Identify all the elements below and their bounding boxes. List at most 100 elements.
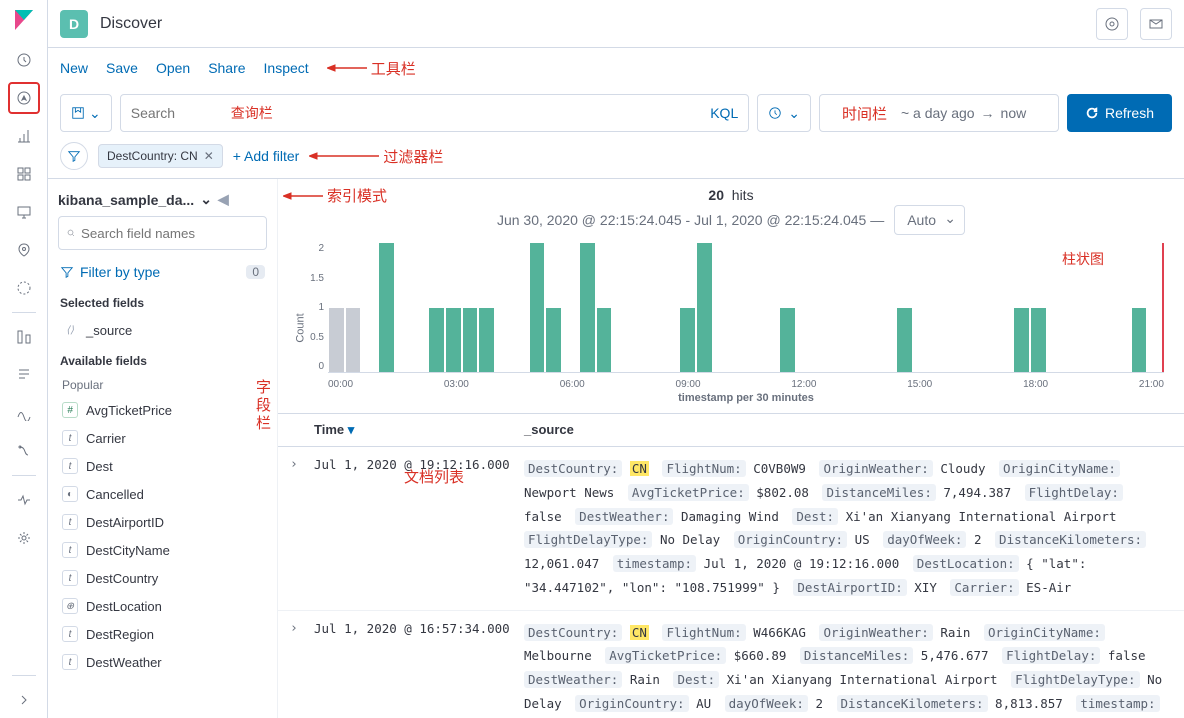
index-annotation: 索引模式 [283, 185, 387, 206]
nav-collapse-icon[interactable] [8, 684, 40, 716]
field-type-icon: t [62, 626, 78, 642]
nav-logs-icon[interactable] [8, 359, 40, 391]
document-table: Time ▾ _source ›Jul 1, 2020 @ 19:12:16.0… [278, 413, 1184, 718]
hits-header: 20 hits [278, 179, 1184, 205]
expand-row-icon[interactable]: › [290, 457, 314, 472]
chevron-down-icon: ⌄ [89, 105, 101, 122]
collapse-sidebar-icon[interactable]: ◀ [218, 191, 229, 208]
kql-toggle[interactable]: KQL [710, 105, 738, 121]
nav-maps-icon[interactable] [8, 234, 40, 266]
chevron-down-icon: ⌄ [788, 105, 800, 122]
field-item[interactable]: tCarrier [58, 424, 267, 452]
toolbar-annotation: 工具栏 [327, 58, 416, 79]
field-item[interactable]: tDestAirportID [58, 508, 267, 536]
search-input-wrapper: 查询栏 KQL [120, 94, 750, 132]
nav-discover-icon[interactable] [8, 82, 40, 114]
time-quick-select[interactable]: ⌄ [757, 94, 811, 132]
toolbar: New Save Open Share Inspect 工具栏 [48, 48, 1184, 88]
interval-select[interactable]: Auto [894, 205, 965, 235]
results-panel: 20 hits Jun 30, 2020 @ 22:15:24.045 - Ju… [278, 179, 1184, 718]
histogram-chart[interactable]: 柱状图 Count 21.510.50 00:0003:0006:0009:00… [278, 243, 1184, 413]
kibana-logo[interactable] [12, 8, 36, 32]
search-input[interactable] [131, 105, 710, 121]
time-range-header: Jun 30, 2020 @ 22:15:24.045 - Jul 1, 202… [278, 205, 1184, 243]
table-row: ›Jul 1, 2020 @ 19:12:16.000文档列表DestCount… [278, 447, 1184, 611]
saved-query-button[interactable]: ⌄ [60, 94, 112, 132]
field-item[interactable]: #AvgTicketPrice [58, 396, 267, 424]
x-axis-label: timestamp per 30 minutes [328, 390, 1164, 404]
field-item[interactable]: ◐Cancelled [58, 480, 267, 508]
doc-annotation: 文档列表 [404, 466, 614, 487]
filter-by-type[interactable]: Filter by type 0 [58, 258, 267, 286]
query-bar: ⌄ 查询栏 KQL ⌄ 时间栏 ~ a day ago → now Refres… [48, 88, 1184, 138]
new-link[interactable]: New [60, 60, 88, 76]
field-type-icon: t [62, 654, 78, 670]
time-range-display[interactable]: 时间栏 ~ a day ago → now [819, 94, 1059, 132]
nav-visualize-icon[interactable] [8, 120, 40, 152]
field-item[interactable]: tDestWeather [58, 648, 267, 676]
field-item[interactable]: tDestRegion [58, 620, 267, 648]
time-annotation: 时间栏 [834, 103, 895, 124]
nav-apm-icon[interactable] [8, 397, 40, 429]
nav-uptime-icon[interactable] [8, 435, 40, 467]
query-annotation: 查询栏 [231, 103, 273, 123]
newsfeed-icon[interactable] [1096, 8, 1128, 40]
chart-end-marker [1162, 243, 1164, 372]
field-item[interactable]: ⊕DestLocation [58, 592, 267, 620]
save-link[interactable]: Save [106, 60, 138, 76]
top-bar: D Discover [48, 0, 1184, 48]
field-item[interactable]: tDestCountry [58, 564, 267, 592]
filter-icon [60, 265, 74, 279]
nav-canvas-icon[interactable] [8, 196, 40, 228]
app-title: Discover [100, 15, 1084, 33]
arrow-right-icon: → [981, 105, 995, 121]
nav-siem-icon[interactable] [8, 484, 40, 516]
chevron-down-icon[interactable]: ⌄ [200, 191, 212, 208]
sort-down-icon: ▾ [348, 422, 355, 437]
field-type-icon: t [62, 514, 78, 530]
selected-fields-label: Selected fields [58, 286, 267, 316]
field-search-input[interactable] [81, 226, 258, 241]
sidebar-annotation: 字段栏 [256, 379, 271, 433]
field-item[interactable]: tDestCityName [58, 536, 267, 564]
popular-label: Popular [58, 374, 267, 396]
field-type-icon: ◐ [62, 486, 78, 502]
field-item-source[interactable]: ⟨⟩ _source [58, 316, 267, 344]
inspect-link[interactable]: Inspect [264, 60, 309, 76]
source-type-icon: ⟨⟩ [62, 322, 78, 338]
refresh-button[interactable]: Refresh [1067, 94, 1172, 132]
index-pattern-select[interactable]: kibana_sample_da... [58, 192, 194, 208]
app-icon: D [60, 10, 88, 38]
filter-options-button[interactable] [60, 142, 88, 170]
left-nav-rail [0, 0, 48, 718]
share-link[interactable]: Share [208, 60, 245, 76]
add-filter-button[interactable]: + Add filter [233, 148, 300, 164]
field-type-icon: t [62, 430, 78, 446]
field-type-icon: t [62, 542, 78, 558]
doc-source: DestCountry: CN FlightNum: C0VB0W9 Origi… [524, 457, 1172, 600]
mail-icon[interactable] [1140, 8, 1172, 40]
nav-dashboard-icon[interactable] [8, 158, 40, 190]
field-item[interactable]: tDest [58, 452, 267, 480]
field-type-icon: t [62, 570, 78, 586]
doc-source: DestCountry: CN FlightNum: W466KAG Origi… [524, 621, 1172, 718]
time-column-header[interactable]: Time ▾ [314, 422, 524, 438]
table-row: ›Jul 1, 2020 @ 16:57:34.000DestCountry: … [278, 611, 1184, 718]
nav-metrics-icon[interactable] [8, 321, 40, 353]
open-link[interactable]: Open [156, 60, 190, 76]
expand-row-icon[interactable]: › [290, 621, 314, 636]
doc-time: Jul 1, 2020 @ 16:57:34.000 [314, 621, 524, 636]
fields-sidebar: kibana_sample_da... ⌄ ◀ 索引模式 Filter by t… [48, 179, 278, 718]
source-column-header: _source [524, 422, 1172, 438]
filter-bar: DestCountry: CN ✕ + Add filter 过滤器栏 [48, 138, 1184, 178]
available-fields-label: Available fields [58, 344, 267, 374]
close-icon[interactable]: ✕ [204, 149, 214, 163]
doc-time: Jul 1, 2020 @ 19:12:16.000文档列表 [314, 457, 524, 493]
field-search-wrapper [58, 216, 267, 250]
filter-annotation: 过滤器栏 [309, 146, 443, 167]
nav-management-icon[interactable] [8, 522, 40, 554]
filter-pill[interactable]: DestCountry: CN ✕ [98, 144, 223, 168]
field-type-icon: t [62, 458, 78, 474]
nav-ml-icon[interactable] [8, 272, 40, 304]
nav-recently-viewed-icon[interactable] [8, 44, 40, 76]
